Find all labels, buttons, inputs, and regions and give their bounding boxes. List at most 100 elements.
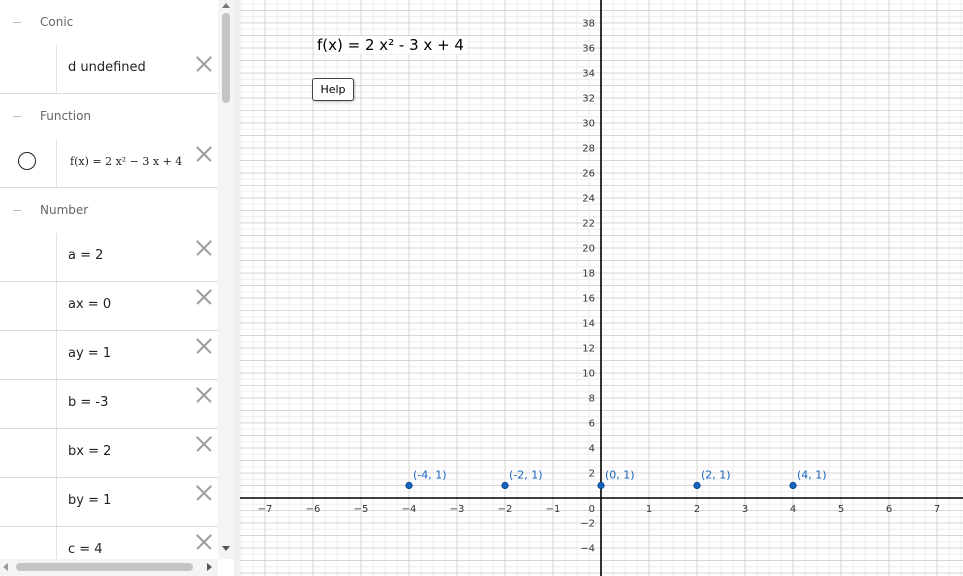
group-header-number[interactable]: Number [0,188,218,234]
x-tick-label: 7 [934,504,940,515]
visibility-toggle-icon[interactable] [18,152,36,170]
y-tick-label: −4 [580,544,595,555]
point-label: (4, 1) [797,469,827,482]
marble-column [0,478,57,526]
point-label: (0, 1) [605,469,635,482]
delete-icon[interactable] [195,288,213,306]
y-tick-label: −2 [580,519,595,530]
delete-icon[interactable] [195,145,213,163]
algebra-item-label: ax = 0 [68,297,112,312]
algebra-item-bx[interactable]: bx = 2 [0,429,218,478]
delete-icon[interactable] [195,484,213,502]
x-tick-label: 4 [790,504,796,515]
point-label: (-2, 1) [509,469,543,482]
delete-icon[interactable] [195,337,213,355]
origin-label: 0 [589,504,595,515]
y-tick-label: 28 [582,144,595,155]
point[interactable] [693,481,701,490]
y-tick-label: 10 [582,369,595,380]
y-tick-label: 38 [582,19,595,30]
group-header-conic[interactable]: Conic [0,0,218,46]
x-tick-label: 1 [646,504,652,515]
x-tick-label: −7 [258,504,273,515]
function-text[interactable]: f(x) = 2 x² - 3 x + 4 [315,36,466,54]
point[interactable] [405,481,413,490]
y-tick-label: 24 [582,194,595,205]
marble-column [0,331,57,379]
marble-column [0,233,57,281]
marble-column [0,282,57,330]
point[interactable] [789,481,797,490]
algebra-item-a[interactable]: a = 2 [0,233,218,282]
y-tick-label: 14 [582,319,595,330]
group-title-number: Number [40,203,89,217]
y-tick-label: 12 [582,344,595,355]
x-tick-label: 5 [838,504,844,515]
y-tick-label: 22 [582,219,595,230]
x-tick-label: −1 [546,504,561,515]
delete-icon[interactable] [195,386,213,404]
algebra-item-f[interactable]: f(x) = 2 x² − 3 x + 4 [0,139,218,188]
marble-column [0,45,57,93]
collapse-icon[interactable] [11,205,23,217]
scrollbar-thumb[interactable] [16,563,193,571]
y-tick-label: 20 [582,244,595,255]
algebra-item-ax[interactable]: ax = 0 [0,282,218,331]
point[interactable] [501,481,509,490]
algebra-item-c[interactable]: c = 4 [0,527,218,559]
group-title-conic: Conic [40,15,74,29]
marble-column [0,429,57,477]
algebra-item-d[interactable]: d undefined [0,45,218,94]
marble-column [0,139,57,187]
x-tick-label: −6 [306,504,321,515]
y-tick-label: 6 [589,419,595,430]
algebra-item-label: b = -3 [68,395,109,410]
algebra-item-label: a = 2 [68,248,104,263]
x-tick-label: −4 [402,504,417,515]
algebra-vertical-scrollbar[interactable] [218,0,234,559]
x-tick-label: 6 [886,504,892,515]
algebra-item-label: bx = 2 [68,444,112,459]
algebra-item-label: c = 4 [68,542,103,557]
y-tick-label: 8 [589,394,595,405]
y-tick-label: 36 [582,44,595,55]
algebra-item-label: f(x) = 2 x² − 3 x + 4 [70,155,183,168]
collapse-icon[interactable] [11,111,23,123]
algebra-horizontal-scrollbar[interactable] [0,559,218,576]
x-tick-label: 3 [742,504,748,515]
point-label: (2, 1) [701,469,731,482]
algebra-item-ay[interactable]: ay = 1 [0,331,218,380]
delete-icon[interactable] [195,55,213,73]
x-tick-label: −5 [354,504,369,515]
algebra-item-label: d undefined [68,60,146,75]
graphics-view[interactable]: −7 −6 −5 −4 −3 −2 −1 1 2 3 4 5 6 7 −4 −2 2 4 6 8 10 12 14 16 18 2… [240,0,963,576]
y-tick-label: 26 [582,169,595,180]
point[interactable] [597,481,605,490]
help-button[interactable]: Help [312,78,354,101]
scroll-right-icon[interactable] [207,563,212,571]
delete-icon[interactable] [195,533,213,551]
algebra-item-label: ay = 1 [68,346,112,361]
x-tick-label: 2 [694,504,700,515]
scroll-left-icon[interactable] [3,563,8,571]
algebra-item-label: by = 1 [68,493,112,508]
marble-column [0,527,57,559]
group-title-function: Function [40,109,92,123]
algebra-view: Conic d undefined Function f(x) = 2 x² −… [0,0,218,559]
y-tick-label: 4 [589,444,595,455]
delete-icon[interactable] [195,239,213,257]
delete-icon[interactable] [195,435,213,453]
group-header-function[interactable]: Function [0,94,218,140]
scroll-down-icon[interactable] [222,546,230,551]
algebra-item-by[interactable]: by = 1 [0,478,218,527]
scroll-up-icon[interactable] [222,3,230,8]
collapse-icon[interactable] [11,17,23,29]
y-tick-label: 2 [589,469,595,480]
y-tick-label: 34 [582,69,595,80]
y-tick-label: 30 [582,119,595,130]
algebra-item-b[interactable]: b = -3 [0,380,218,429]
scrollbar-thumb[interactable] [222,13,230,103]
point-label: (-4, 1) [413,469,447,482]
y-tick-label: 16 [582,294,595,305]
y-tick-label: 32 [582,94,595,105]
